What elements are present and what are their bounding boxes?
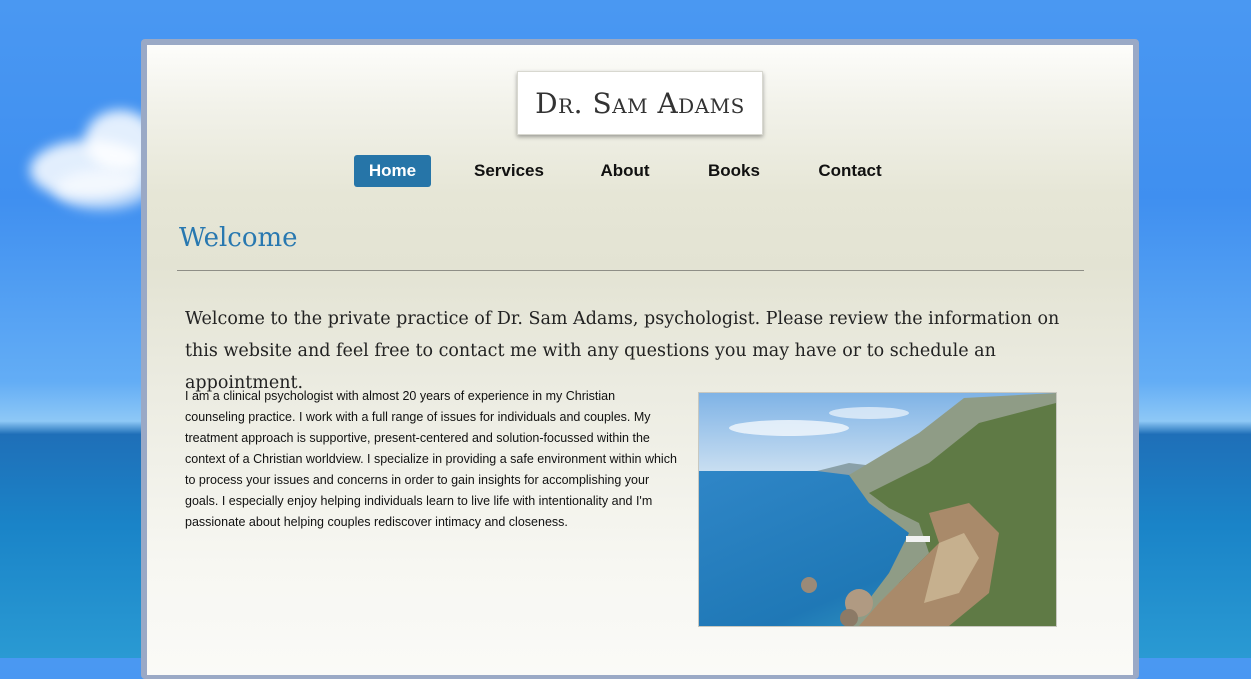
page-container: Dr. Sam Adams Home Services About Books … [147,45,1133,675]
background-cloud [55,170,150,210]
nav-services[interactable]: Services [465,155,553,187]
body-paragraph: I am a clinical psychologist with almost… [185,389,677,529]
main-navigation: Home Services About Books Contact [147,155,1133,187]
nav-books[interactable]: Books [700,155,768,187]
coastline-photo [698,392,1057,627]
title-divider [177,270,1084,271]
nav-home[interactable]: Home [354,155,431,187]
site-logo-text: Dr. Sam Adams [535,86,745,120]
site-logo[interactable]: Dr. Sam Adams [517,71,763,135]
page-title: Welcome [179,223,298,253]
nav-contact[interactable]: Contact [809,155,891,187]
intro-paragraph: Welcome to the private practice of Dr. S… [185,309,1060,393]
nav-about[interactable]: About [592,155,658,187]
